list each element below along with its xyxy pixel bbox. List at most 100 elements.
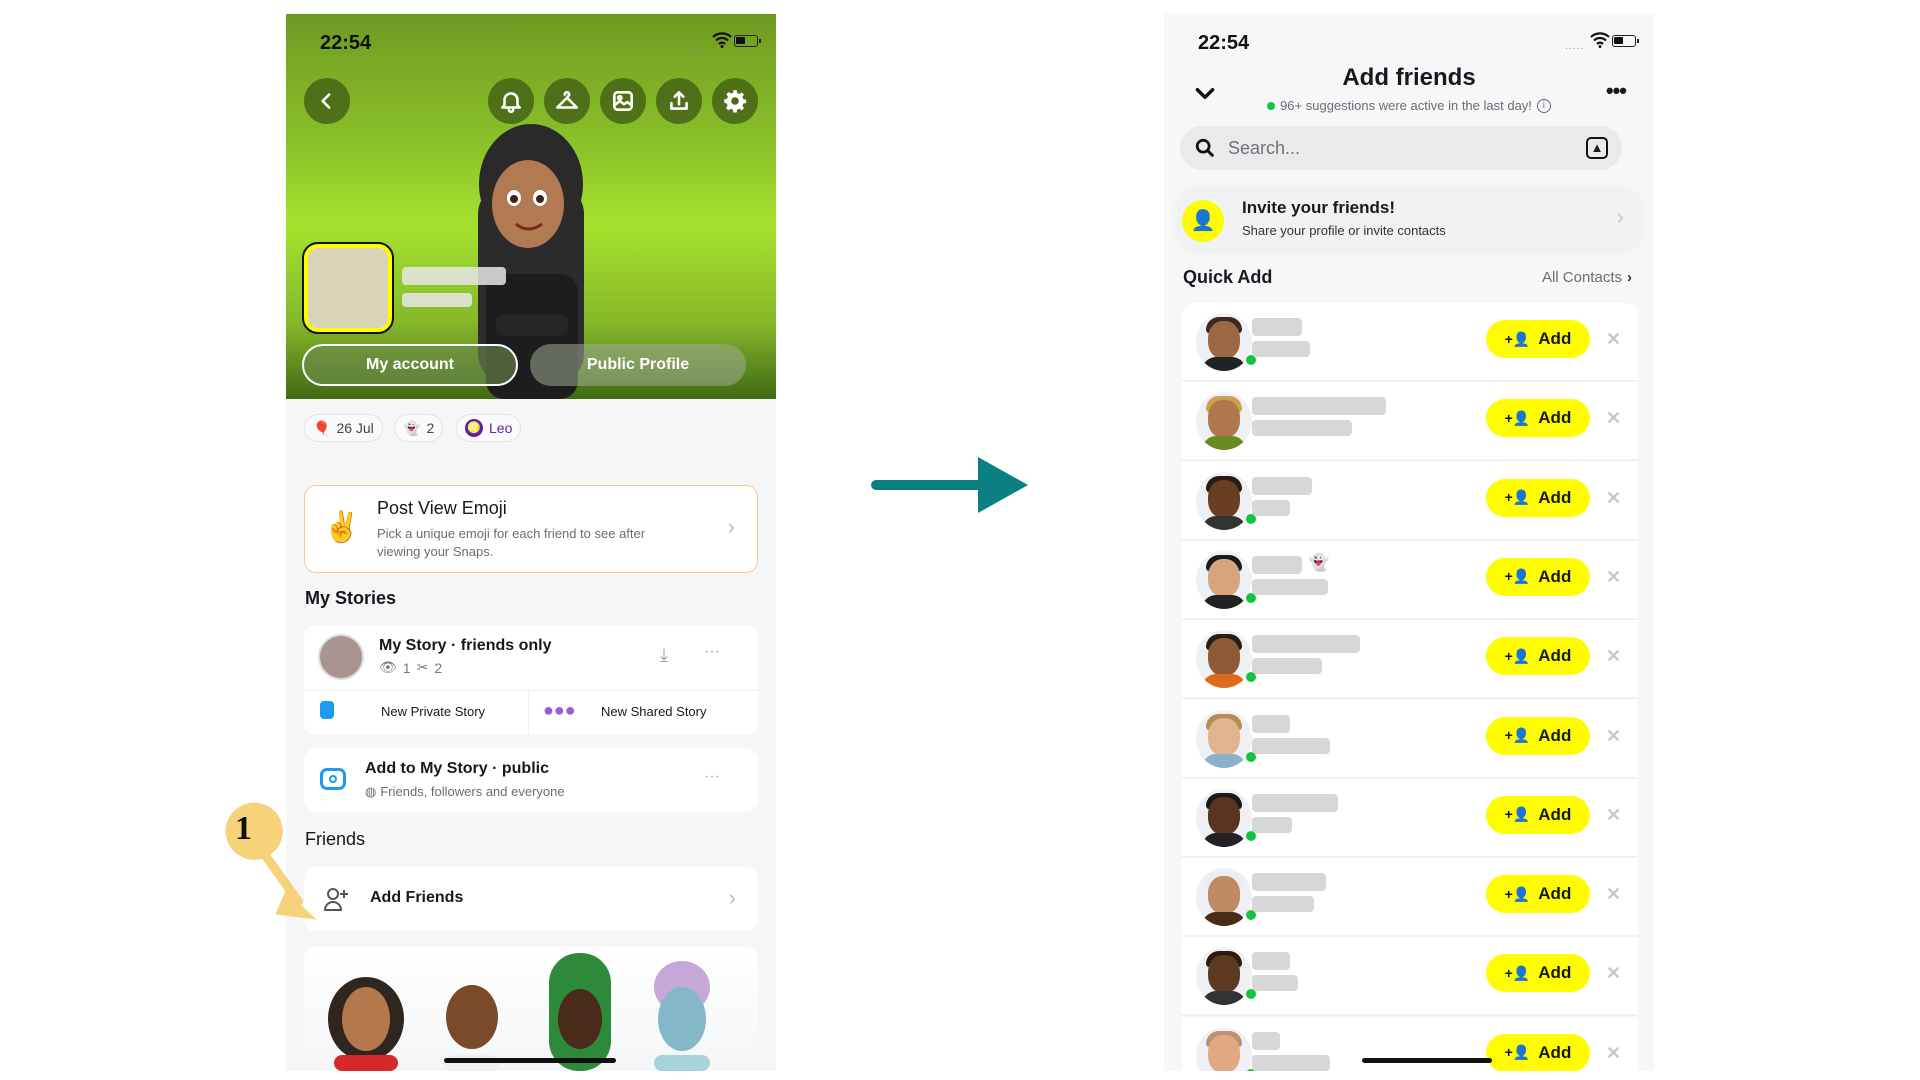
info-icon[interactable]: i <box>1536 98 1551 113</box>
all-contacts-link[interactable]: All Contacts › <box>1542 269 1632 286</box>
friend-name-redacted <box>1252 476 1312 495</box>
quick-add-row[interactable]: +👤 Add ✕ <box>1182 620 1638 700</box>
dismiss-icon[interactable]: ✕ <box>1606 329 1621 350</box>
chevron-right-icon: › <box>727 514 735 539</box>
profile-header-background <box>286 14 776 399</box>
ghost-emoji-icon: 👻 <box>1308 552 1330 572</box>
add-to-public-story-card[interactable]: Add to My Story · public ◍ Friends, foll… <box>304 748 758 812</box>
friend-name-redacted <box>1252 793 1338 812</box>
add-friend-button[interactable]: +👤 Add <box>1486 399 1590 438</box>
background-button[interactable] <box>600 78 646 124</box>
post-view-emoji-card[interactable]: ✌️ Post View Emoji Pick a unique emoji f… <box>304 485 758 573</box>
dismiss-icon[interactable]: ✕ <box>1606 488 1621 509</box>
avatar-face <box>1208 558 1240 597</box>
step-annotation: 1 <box>210 800 317 920</box>
friend-name-redacted <box>1252 873 1326 892</box>
new-shared-story-button[interactable]: ●●● New Shared Story <box>529 691 758 735</box>
add-friend-button[interactable]: +👤 Add <box>1486 795 1590 834</box>
friends-count-chip[interactable]: 👻 2 <box>394 414 444 442</box>
post-view-emoji-subtitle-1: Pick a unique emoji for each friend to s… <box>377 526 646 541</box>
share-button[interactable] <box>656 78 702 124</box>
my-story-title: My Story · friends only <box>379 637 552 654</box>
invite-title: Invite your friends! <box>1242 198 1396 217</box>
friend-avatar[interactable] <box>1196 1026 1252 1071</box>
quick-add-row[interactable]: +👤 Add ✕ <box>1182 382 1638 462</box>
add-friends-row[interactable]: Add Friends › <box>304 867 758 931</box>
dismiss-icon[interactable]: ✕ <box>1606 408 1621 429</box>
add-friend-button[interactable]: +👤 Add <box>1486 1033 1590 1071</box>
online-dot-icon <box>1267 101 1276 110</box>
friend-avatar[interactable] <box>1196 709 1252 768</box>
add-person-icon: +👤 <box>1504 964 1531 981</box>
friend-avatar[interactable] <box>1196 947 1252 1006</box>
add-friend-button[interactable]: +👤 Add <box>1486 716 1590 755</box>
invite-friends-card[interactable]: 👤 Invite your friends! Share your profil… <box>1180 190 1638 250</box>
add-label: Add <box>1538 408 1572 428</box>
dismiss-icon[interactable]: ✕ <box>1606 963 1621 984</box>
add-friend-button[interactable]: +👤 Add <box>1486 557 1590 596</box>
search-bar[interactable]: Search... ▲ <box>1180 126 1622 170</box>
my-account-button[interactable]: My account <box>302 344 518 386</box>
dismiss-icon[interactable]: ✕ <box>1606 646 1621 667</box>
new-private-story-label: New Private Story <box>381 704 486 719</box>
dismiss-icon[interactable]: ✕ <box>1606 726 1621 747</box>
friend-avatar[interactable] <box>1196 630 1252 689</box>
friend-avatar[interactable] <box>1196 788 1252 847</box>
back-button[interactable] <box>304 78 350 124</box>
search-input[interactable]: Search... <box>1228 138 1300 159</box>
friend-username-redacted <box>1252 420 1352 437</box>
friend-username-redacted <box>1252 975 1298 992</box>
zodiac-chip[interactable]: ♌ Leo <box>456 414 522 442</box>
friends-bitmoji-strip[interactable] <box>304 947 758 1071</box>
avatar-face <box>1208 955 1240 994</box>
add-friend-button[interactable]: +👤 Add <box>1486 320 1590 358</box>
quick-add-row[interactable]: 👻 +👤 Add ✕ <box>1182 540 1638 620</box>
quick-add-row[interactable]: +👤 Add ✕ <box>1182 303 1638 382</box>
friend-avatar[interactable] <box>1196 471 1252 530</box>
public-profile-button[interactable]: Public Profile <box>530 344 746 386</box>
add-person-icon: +👤 <box>1504 330 1531 347</box>
my-story-row[interactable]: My Story · friends only 👁 1 ✂ 2 ⤓ ··· <box>304 625 758 691</box>
public-story-title: Add to My Story · public <box>365 760 549 777</box>
more-options-icon[interactable]: ••• <box>1606 78 1627 104</box>
dismiss-icon[interactable]: ✕ <box>1606 567 1621 588</box>
notifications-button[interactable] <box>488 78 534 124</box>
dismiss-icon[interactable]: ✕ <box>1606 884 1621 905</box>
avatar-body <box>1202 991 1246 1006</box>
add-friend-button[interactable]: +👤 Add <box>1486 954 1590 993</box>
add-friend-button[interactable]: +👤 Add <box>1486 478 1590 517</box>
friend-avatar[interactable] <box>1196 313 1252 371</box>
wardrobe-button[interactable] <box>544 78 590 124</box>
avatar-body <box>1202 832 1246 847</box>
add-friend-button[interactable]: +👤 Add <box>1486 637 1590 676</box>
friend-avatar[interactable] <box>1196 550 1252 609</box>
wifi-icon <box>1590 32 1610 48</box>
dismiss-icon[interactable]: ✕ <box>1606 805 1621 826</box>
quick-add-row[interactable]: +👤 Add ✕ <box>1182 461 1638 541</box>
add-label: Add <box>1538 804 1572 824</box>
quick-add-row[interactable]: +👤 Add ✕ <box>1182 858 1638 938</box>
my-stories-heading: My Stories <box>305 588 397 608</box>
zodiac-label: Leo <box>489 420 513 436</box>
more-icon[interactable]: ··· <box>704 768 720 786</box>
add-person-icon: +👤 <box>1504 806 1531 823</box>
my-stories-card: My Story · friends only 👁 1 ✂ 2 ⤓ ··· Ne… <box>304 625 758 735</box>
settings-button[interactable] <box>712 78 758 124</box>
friend-avatar[interactable] <box>1196 868 1252 927</box>
more-icon[interactable]: ··· <box>704 643 720 661</box>
friend-avatar[interactable] <box>1196 392 1252 451</box>
new-private-story-button[interactable]: New Private Story <box>304 691 529 735</box>
birthday-chip[interactable]: 🎈 26 Jul <box>304 414 383 442</box>
add-friend-button[interactable]: +👤 Add <box>1486 875 1590 914</box>
group-icon: ●●● <box>543 700 576 720</box>
snapcode-scan-icon[interactable]: ▲ <box>1586 137 1608 159</box>
download-icon[interactable]: ⤓ <box>660 645 668 666</box>
dismiss-icon[interactable]: ✕ <box>1606 1043 1621 1064</box>
quick-add-row[interactable]: +👤 Add ✕ <box>1182 778 1638 858</box>
profile-screen: 22:54 ..... My account Public Profile 🎈 … <box>286 14 776 1071</box>
snapcode-profile-picture[interactable] <box>302 242 394 334</box>
screenshot-count: 2 <box>434 659 443 676</box>
friend-username-redacted <box>1252 896 1314 913</box>
quick-add-row[interactable]: +👤 Add ✕ <box>1182 937 1638 1017</box>
quick-add-row[interactable]: +👤 Add ✕ <box>1182 699 1638 779</box>
